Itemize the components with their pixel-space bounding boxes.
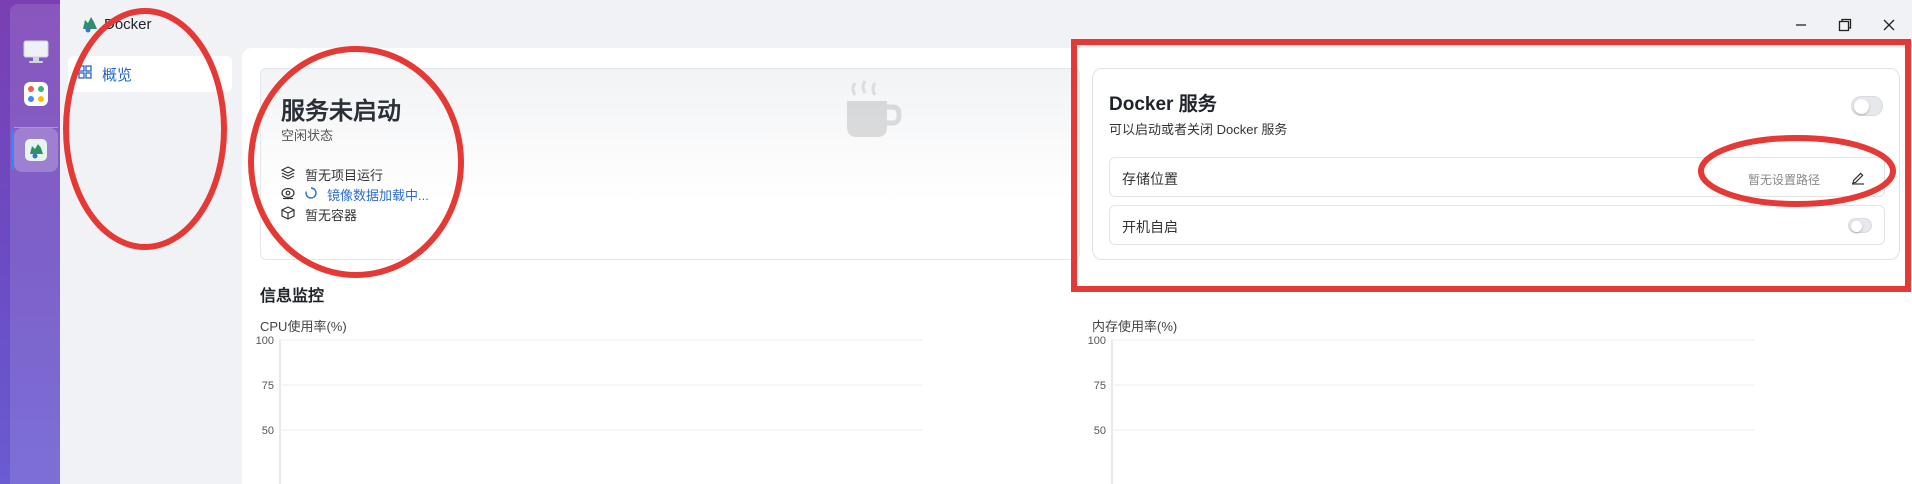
- containers-text: 暂无容器: [305, 208, 358, 223]
- images-stat: 镜像数据加载中...: [281, 185, 429, 204]
- coffee-cup-icon: [837, 75, 1065, 150]
- service-subtitle: 可以启动或者关闭 Docker 服务: [1109, 122, 1288, 137]
- app-store-icon[interactable]: [14, 72, 58, 116]
- containers-stat: 暂无容器: [281, 205, 357, 224]
- autostart-row: 开机自启: [1109, 205, 1885, 245]
- storage-label: 存储位置: [1122, 171, 1178, 187]
- memory-usage-chart: 100 75 50: [1088, 335, 1754, 484]
- status-title: 服务未启动: [281, 98, 401, 125]
- maximize-button[interactable]: [1834, 14, 1856, 36]
- docker-service-card: Docker 服务 可以启动或者关闭 Docker 服务 存储位置 暂无设置路径…: [1092, 68, 1900, 260]
- docker-window: Docker 概览 服务未启动 空闲状态 暂无项目运行 镜像数据加载中... 暂…: [60, 0, 1912, 484]
- projects-text: 暂无项目运行: [305, 168, 384, 183]
- cpu-usage-chart: 100 75 50: [256, 335, 922, 484]
- minimize-button[interactable]: [1790, 14, 1812, 36]
- docker-logo-icon: [80, 14, 100, 39]
- service-status-card: 服务未启动 空闲状态 暂无项目运行 镜像数据加载中... 暂无容器: [260, 68, 1080, 260]
- autostart-label: 开机自启: [1122, 219, 1178, 235]
- close-button[interactable]: [1878, 14, 1900, 36]
- y-tick-label: 100: [256, 335, 274, 347]
- y-tick-label: 50: [1094, 425, 1106, 437]
- titlebar: Docker: [60, 0, 1912, 48]
- image-icon: [281, 186, 295, 203]
- storage-path-placeholder: 暂无设置路径: [1747, 173, 1820, 187]
- storage-location-row: 存储位置 暂无设置路径: [1109, 157, 1885, 197]
- app-dock: [0, 0, 60, 484]
- monitor-app-icon[interactable]: [14, 30, 58, 74]
- autostart-toggle[interactable]: [1848, 218, 1872, 233]
- service-title: Docker 服务: [1109, 94, 1217, 115]
- main-content: 服务未启动 空闲状态 暂无项目运行 镜像数据加载中... 暂无容器 Docker…: [242, 48, 1912, 484]
- images-text: 镜像数据加载中...: [327, 188, 429, 203]
- sidebar: 概览: [60, 48, 232, 484]
- window-title: Docker: [104, 16, 152, 33]
- loading-spinner-icon: [305, 187, 317, 202]
- grid-icon: [78, 65, 92, 83]
- box-icon: [281, 206, 295, 223]
- docker-app-icon[interactable]: [14, 128, 58, 172]
- edit-path-icon[interactable]: [1848, 168, 1868, 188]
- service-toggle[interactable]: [1851, 96, 1883, 116]
- sidebar-item-label: 概览: [102, 66, 133, 84]
- y-tick-label: 75: [1094, 380, 1106, 392]
- monitor-title: 信息监控: [260, 288, 325, 305]
- y-tick-label: 75: [262, 380, 274, 392]
- projects-stat: 暂无项目运行: [280, 165, 384, 184]
- y-tick-label: 100: [1088, 335, 1106, 347]
- layers-icon: [280, 166, 296, 183]
- status-subtitle: 空闲状态: [281, 128, 334, 143]
- y-tick-label: 50: [262, 425, 274, 437]
- sidebar-item-overview[interactable]: 概览: [68, 56, 232, 92]
